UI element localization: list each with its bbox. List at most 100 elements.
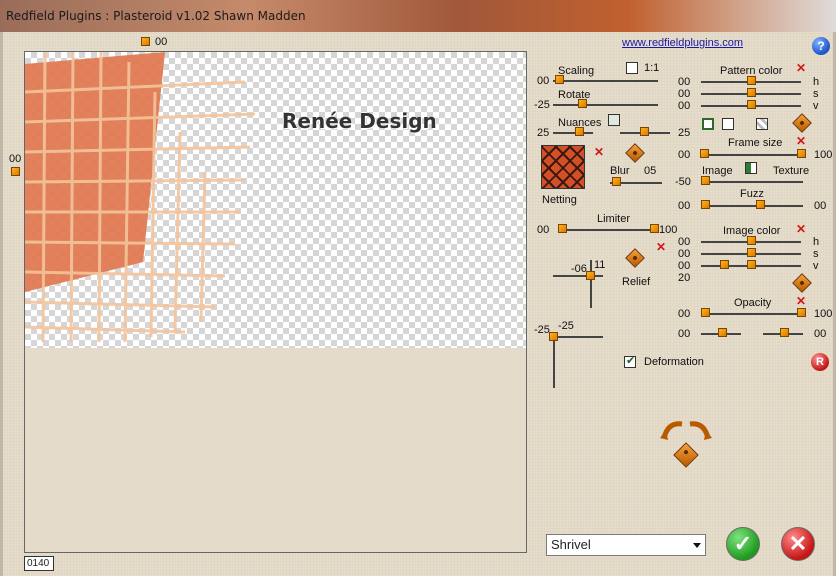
image-color-reset-icon[interactable]: ✕: [796, 223, 806, 235]
light-handle[interactable]: [549, 332, 558, 341]
opacity-row2-left-handle[interactable]: [718, 328, 727, 337]
image-color-v-left-handle[interactable]: [720, 260, 729, 269]
preset-dropdown[interactable]: Shrivel: [546, 534, 706, 556]
website-link[interactable]: www.redfieldplugins.com: [622, 37, 743, 49]
preview-canvas[interactable]: Renée Design: [24, 51, 527, 553]
preset-dropdown-value: Shrivel: [551, 537, 591, 552]
frame-size-track[interactable]: [701, 154, 803, 156]
deformation-label: Deformation: [644, 356, 704, 368]
scaling-1to1-checkbox[interactable]: [626, 62, 638, 74]
light-h-track[interactable]: [553, 336, 603, 338]
help-icon[interactable]: ?: [812, 37, 830, 55]
netting-preview-image: [25, 52, 256, 343]
scaling-1to1-label: 1:1: [644, 62, 660, 74]
limiter-slider-track[interactable]: [558, 229, 658, 231]
image-texture-track[interactable]: [701, 181, 803, 183]
left-ruler-handle[interactable]: [11, 167, 20, 176]
undo-redo-arrows-icon[interactable]: [658, 418, 714, 442]
frame-size-left-value: 00: [678, 149, 691, 161]
fuzz-right-handle[interactable]: [756, 200, 765, 209]
pattern-mode-white-button[interactable]: [722, 118, 734, 130]
opacity-row2-right-handle[interactable]: [780, 328, 789, 337]
fuzz-track[interactable]: [701, 205, 803, 207]
image-color-v-value: 00: [678, 260, 691, 272]
image-color-s-value: 00: [678, 248, 691, 260]
watermark-logo: Renée Design: [282, 109, 437, 133]
top-ruler-handle[interactable]: [141, 37, 150, 46]
relief-h-value: -06: [571, 263, 587, 275]
relief-v-value: 11: [594, 259, 606, 271]
rotate-slider-track[interactable]: [553, 104, 658, 106]
scaling-slider-handle[interactable]: [555, 75, 564, 84]
opacity-reset-icon[interactable]: ✕: [796, 295, 806, 307]
image-color-extra-value: 20: [678, 272, 691, 284]
pattern-color-s-label: s: [813, 88, 819, 100]
pattern-mode-checker-button[interactable]: [756, 118, 768, 130]
frame-size-right-value: 100: [814, 149, 833, 161]
light-v-value: -25: [558, 320, 574, 332]
opacity-left-value: 00: [678, 308, 691, 320]
relief-h-track[interactable]: [553, 275, 603, 277]
title-bar: Redfield Plugins : Plasteroid v1.02 Shaw…: [0, 0, 836, 32]
image-texture-toggle[interactable]: [745, 162, 757, 174]
limiter-label: Limiter: [597, 213, 631, 225]
frame-size-right-handle[interactable]: [797, 149, 806, 158]
image-color-h-label: h: [813, 236, 820, 248]
image-color-s-handle[interactable]: [747, 248, 756, 257]
nuances-left-handle[interactable]: [575, 127, 584, 136]
scaling-value: 00: [537, 75, 550, 87]
nuances-right-handle[interactable]: [640, 127, 649, 136]
scaling-slider-track[interactable]: [553, 80, 658, 82]
image-texture-handle[interactable]: [701, 176, 710, 185]
nuances-left-value: 25: [537, 127, 550, 139]
pattern-color-s-handle[interactable]: [747, 88, 756, 97]
blur-slider-handle[interactable]: [612, 177, 621, 186]
pattern-color-v-value: 00: [678, 100, 691, 112]
cancel-button[interactable]: ✕: [781, 527, 815, 561]
frame-size-left-handle[interactable]: [700, 149, 709, 158]
limiter-right-handle[interactable]: [650, 224, 659, 233]
blur-value: 05: [644, 165, 657, 177]
image-texture-value: -50: [675, 176, 691, 188]
reset-all-icon[interactable]: R: [811, 353, 829, 371]
relief-handle[interactable]: [586, 271, 595, 280]
pattern-color-v-handle[interactable]: [747, 100, 756, 109]
limiter-right-value: 100: [659, 224, 678, 236]
pattern-color-h-handle[interactable]: [747, 76, 756, 85]
image-color-s-label: s: [813, 248, 819, 260]
fuzz-left-handle[interactable]: [701, 200, 710, 209]
close-icon: ✕: [788, 531, 808, 556]
nuances-left-track[interactable]: [553, 132, 593, 134]
opacity-track[interactable]: [701, 313, 803, 315]
texture-label: Texture: [773, 165, 810, 177]
opacity-right-handle[interactable]: [797, 308, 806, 317]
left-ruler-value: 00: [9, 153, 22, 165]
nuances-toggle[interactable]: [608, 114, 620, 126]
limiter-left-handle[interactable]: [558, 224, 567, 233]
light-v-track[interactable]: [553, 336, 555, 388]
pattern-color-reset-icon[interactable]: ✕: [796, 62, 806, 74]
top-ruler-value: 00: [155, 36, 168, 48]
fuzz-label: Fuzz: [740, 188, 764, 200]
opacity-left-handle[interactable]: [701, 308, 710, 317]
pattern-mode-green-button[interactable]: [702, 118, 714, 130]
pattern-color-v-label: v: [813, 100, 819, 112]
frame-size-reset-icon[interactable]: ✕: [796, 135, 806, 147]
opacity-row2-right-value: 00: [814, 328, 827, 340]
checkmark-icon: ✓: [733, 531, 753, 556]
pattern-swatch[interactable]: [541, 145, 585, 189]
opacity-right-value: 100: [814, 308, 833, 320]
chevron-down-icon: [693, 543, 701, 548]
relief-label: Relief: [622, 276, 651, 288]
deformation-checkbox[interactable]: ✔: [624, 355, 636, 368]
status-value: 0140: [24, 556, 54, 571]
image-color-h-handle[interactable]: [747, 236, 756, 245]
rotate-slider-handle[interactable]: [578, 99, 587, 108]
relief-v-track[interactable]: [590, 260, 592, 308]
window-title: Redfield Plugins : Plasteroid v1.02 Shaw…: [6, 9, 306, 23]
relief-reset-icon[interactable]: ✕: [656, 241, 666, 253]
ok-button[interactable]: ✓: [726, 527, 760, 561]
check-mark-icon: ✔: [626, 355, 636, 367]
pattern-reset-icon[interactable]: ✕: [594, 146, 604, 158]
image-color-v-handle[interactable]: [747, 260, 756, 269]
